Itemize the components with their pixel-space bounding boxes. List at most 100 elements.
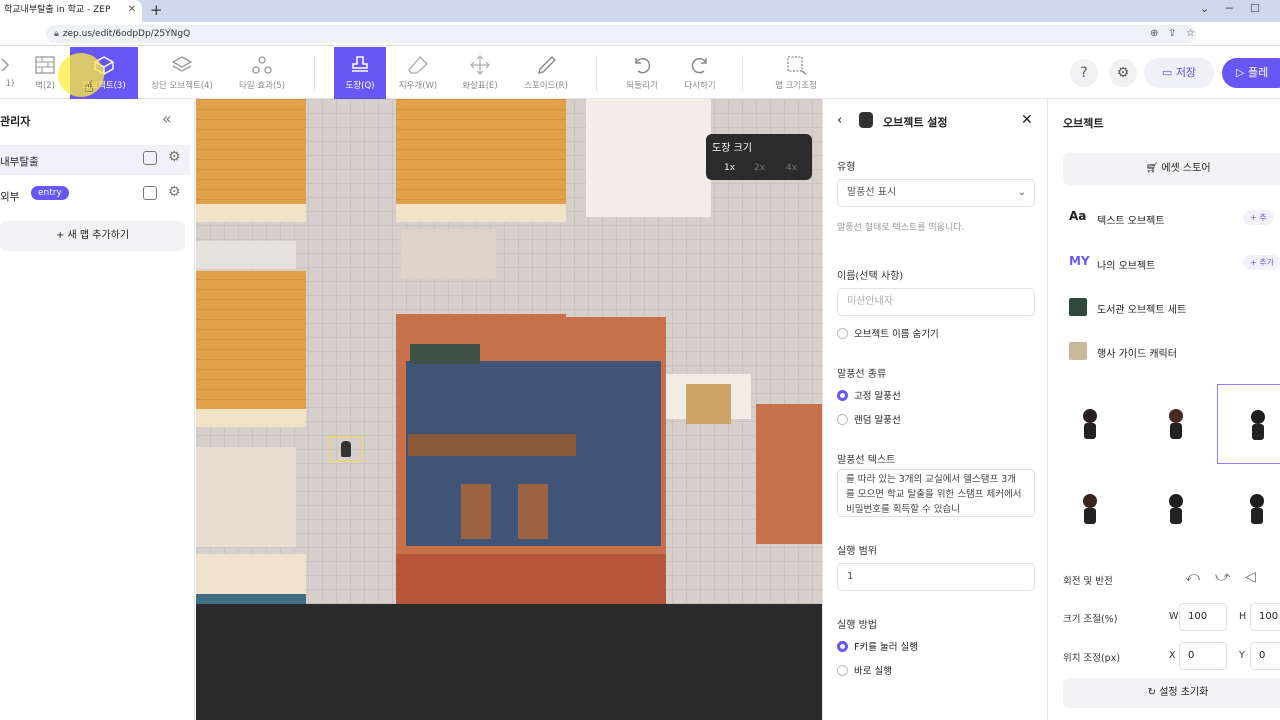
radio-press-f[interactable]: F키를 눌러 실행 [837,639,918,653]
bookmark-star-icon[interactable]: ☆ [1186,25,1195,43]
flip-horizontal-icon[interactable]: ◁ [1245,569,1256,585]
play-button[interactable]: ▷ 플레 [1222,58,1280,88]
radio-instant[interactable]: 바로 실행 [837,663,892,677]
stamp-icon [352,56,368,72]
back-icon[interactable]: ‹ [837,113,842,128]
character-asset[interactable] [1055,469,1125,549]
store-label: 에셋 스토어 [1161,163,1211,174]
size-label: 크기 조절(%) [1063,614,1118,625]
new-tab-icon[interactable]: + [150,1,163,19]
copy-icon[interactable] [143,186,157,200]
h-label: H [1239,611,1247,622]
eraser-icon [408,56,428,74]
save-button[interactable]: ▭ 저장 [1144,58,1214,88]
help-icon[interactable]: ? [1070,59,1098,87]
size-option-2x[interactable]: 2x [754,163,765,173]
radio-label: 랜덤 말풍선 [854,415,901,426]
eyedropper-icon [538,56,556,74]
guide-character-icon [1169,494,1183,524]
map-manager-panel: 관리자 « 내부탈출 ⚙ 외부 entry ⚙ + 새 맵 추가하기 [0,99,195,720]
popup-title: 도장 크기 [712,143,752,154]
guide-character-icon [1250,494,1264,524]
size-option-4x[interactable]: 4x [786,163,797,173]
asset-row-text-object[interactable]: Aa 텍스트 오브젝트 + 추 [1063,203,1280,233]
reset-settings-button[interactable]: ↻ 설정 초기화 [1063,678,1280,708]
radio-random-bubble[interactable]: 랜덤 말풍선 [837,412,901,426]
map-canvas[interactable]: 도장 크기 1x 2x 4x [196,99,822,720]
copy-icon[interactable] [143,151,157,165]
map-name: 내부탈출 [0,156,39,168]
chevron-down-icon[interactable]: ⌄ [1200,0,1209,18]
minimize-icon[interactable]: ─ [1226,0,1233,18]
character-asset[interactable] [1217,469,1280,549]
map-item-external[interactable]: 외부 entry ⚙ [0,180,190,210]
tool-label: 상단 오브젝트(4) [151,81,213,91]
character-asset[interactable] [1055,384,1125,464]
radio-selected-icon [837,390,848,401]
share-icon[interactable]: ⇪ [1168,25,1176,43]
bubble-text-area[interactable]: 를 따라 있는 3개의 교실에서 헬스탬프 3개를 모으면 학교 탈출을 위한 … [837,469,1035,517]
radio-icon [837,665,848,676]
asset-row-guide-character[interactable]: 행사 가이드 캐릭터 [1063,336,1280,366]
range-label: 실행 범위 [837,546,877,557]
tab-close-icon[interactable]: ✕ [128,0,136,20]
zoom-icon[interactable]: ⊕ [1150,25,1158,43]
object-settings-panel: ‹ 오브젝트 설정 ✕ 유형 말풍선 표시 ⌄ 말풍선 형태로 텍스트를 띄웁니… [822,99,1048,720]
url-field[interactable]: 🔒︎ zep.us/edit/6odpDp/25YNgQ ⊕ ⇪ ☆ [46,25,1196,43]
type-select[interactable]: 말풍선 표시 ⌄ [837,179,1035,207]
tool-upper-object[interactable]: 상단 오브젝트(4) [146,47,218,99]
gear-icon[interactable]: ⚙ [168,184,181,200]
divider [596,55,597,91]
npc-character[interactable] [341,441,351,457]
tool-floor[interactable]: 1) [0,47,20,99]
rotate-left-icon[interactable]: ⤺ [1185,569,1200,585]
text-object-icon: Aa [1069,209,1087,223]
tool-stamp[interactable]: 도장(Q) [334,47,386,99]
wall-icon [35,56,55,74]
add-map-button[interactable]: + 새 맵 추가하기 [0,221,185,251]
tool-eraser[interactable]: 지우개(W) [392,47,444,99]
maximize-icon[interactable]: ☐ [1250,0,1260,18]
name-input[interactable]: 미션안내자 [837,288,1035,316]
my-object-icon: MY [1069,254,1090,268]
add-button[interactable]: + 추가 [1243,255,1280,270]
gear-icon[interactable]: ⚙ [168,149,181,165]
asset-row-my-object[interactable]: MY 나의 오브젝트 + 추가 [1063,248,1280,278]
refresh-icon: ↻ [1147,687,1160,698]
tool-label: 지우개(W) [398,81,438,91]
panel-title: 관리자 [0,115,31,128]
x-input[interactable]: 0 [1179,642,1227,670]
browser-tab[interactable]: 학교내부탈출 in 학교 - ZEP ✕ [0,0,142,22]
guide-character-icon [1083,494,1097,524]
collapse-panel-icon[interactable]: « [162,109,172,128]
tool-label: 맵 크기조정 [775,81,817,91]
redo-button[interactable]: 다시하기 [676,47,724,99]
height-input[interactable]: 100 [1250,603,1280,631]
checkbox-label: 오브젝트 이름 숨기기 [854,329,939,340]
asset-row-library-set[interactable]: 도서관 오브젝트 세트 [1063,292,1280,322]
tool-tile-effect[interactable]: 타일 효과(5) [230,47,294,99]
gear-icon[interactable]: ⚙ [1109,59,1137,87]
character-asset[interactable] [1141,469,1211,549]
tool-eyedropper[interactable]: 스포이드(R) [516,47,576,99]
radio-fixed-bubble[interactable]: 고정 말풍선 [837,388,901,402]
tool-label: 도장(Q) [345,81,375,91]
tool-label: 1) [5,79,15,89]
cursor-hand-icon: ☝ [84,77,94,96]
close-icon[interactable]: ✕ [1021,112,1033,128]
add-button[interactable]: + 추 [1243,210,1274,225]
map-item-internal[interactable]: 내부탈출 ⚙ [0,145,190,175]
asset-store-button[interactable]: 🛒︎ 에셋 스토어 [1063,153,1280,185]
y-input[interactable]: 0 [1250,642,1280,670]
undo-button[interactable]: 되돌리기 [618,47,666,99]
url-text: zep.us/edit/6odpDp/25YNgQ [62,29,191,39]
rotate-right-icon[interactable]: ⤻ [1215,569,1230,585]
map-resize-button[interactable]: 맵 크기조정 [768,47,824,99]
range-input[interactable]: 1 [837,563,1035,591]
tool-arrow[interactable]: 화살표(E) [452,47,508,99]
hide-name-checkbox[interactable]: 오브젝트 이름 숨기기 [837,326,939,340]
character-asset[interactable] [1141,384,1211,464]
character-asset-selected[interactable] [1217,384,1280,464]
size-option-1x[interactable]: 1x [724,163,735,173]
width-input[interactable]: 100 [1179,603,1227,631]
